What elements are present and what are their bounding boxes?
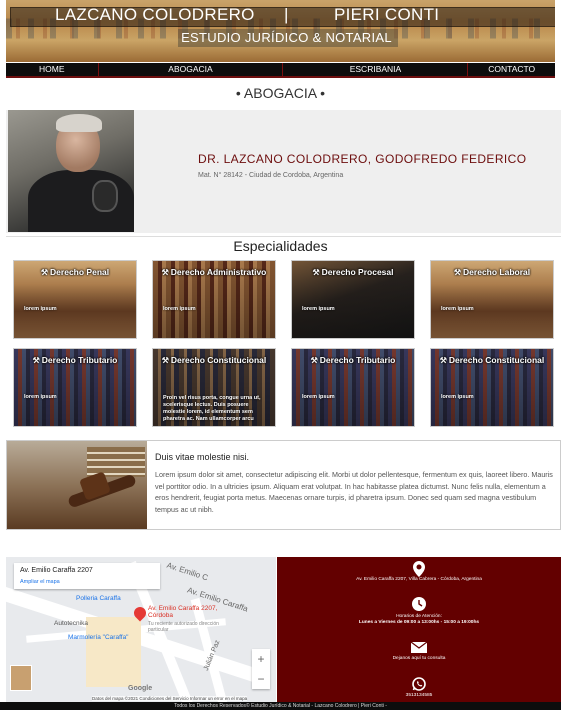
info-body: Lorem ipsum dolor sit amet, consectetur … [155,470,553,514]
map-zoom-controls: + − [252,649,270,689]
books-stack [87,447,145,477]
map-zoom-in-button[interactable]: + [252,649,270,669]
map-thumbnail[interactable] [10,665,32,691]
card-title-text: Derecho Tributario [41,355,118,365]
lawyer-name: DR. LAZCANO COLODRERO, GODOFREDO FEDERIC… [198,152,527,166]
clock-icon [412,597,426,611]
firm-subtitle: ESTUDIO JURÍDICO & NOTARIAL [181,30,392,45]
gavel-icon: ⚒ [312,268,320,277]
lawyer-photo [8,110,134,232]
card-title: ⚒ Derecho Procesal [292,267,414,277]
page-footer: Todos los Derechos Reservados© Estudio J… [0,702,561,710]
contact-hours: Lunes a Viernes de 09:00 a 13:00hs - 15:… [358,620,480,625]
lawyer-registration: Mat. N° 28142 - Ciudad de Cordoba, Argen… [198,172,344,179]
map-pin-label: Av. Emilio Caraffa 2207, Córdoba [148,605,218,619]
specialties-title: Especialidades [233,238,328,254]
specialty-card-tributario[interactable]: ⚒ Derecho Tributario lorem ipsum [13,348,137,427]
card-description: lorem ipsum [163,306,196,312]
card-description: lorem ipsum [441,394,474,400]
card-description: lorem ipsum [24,306,57,312]
gavel-icon: ⚒ [32,356,40,365]
photo-jacket [28,170,134,232]
location-map[interactable]: Av. Emilio Caraffa 2207 Ampliar el mapa … [6,557,276,702]
map-address-card: Av. Emilio Caraffa 2207 Ampliar el mapa [14,563,160,589]
card-title-text: Derecho Constitucional [448,355,545,365]
card-title-text: Derecho Penal [50,267,110,277]
gavel-icon: ⚒ [439,356,447,365]
map-enlarge-link[interactable]: Ampliar el mapa [20,579,60,585]
gavel-image [7,441,147,529]
specialty-card-constitucional[interactable]: ⚒ Derecho Constitucional Proin vel risus … [152,348,276,427]
nav-contacto[interactable]: CONTACTO [468,63,555,76]
card-description: Proin vel risus porta, congue urna ut, s… [163,395,261,422]
specialty-card-constitucional-2[interactable]: ⚒ Derecho Constitucional lorem ipsum [430,348,554,427]
card-title: ⚒ Derecho Administrativo [153,267,275,277]
map-poi-marmoleria: Marmolería "Caraffa" [68,634,129,641]
card-title: ⚒ Derecho Constitucional [153,355,275,365]
firm-name-left: LAZCANO COLODRERO [55,5,255,24]
contact-address: Av. Emilio Caraffa 2207, Villa Cabrera -… [356,577,482,582]
card-title: ⚒ Derecho Tributario [292,355,414,365]
map-poi-polleria: Polleria Caraffa [76,595,121,602]
photo-hair [56,114,102,132]
google-logo: Google [128,685,153,692]
page: LAZCANO COLODRERO | PIERI CONTI ESTUDIO … [0,0,561,710]
gavel-icon: ⚒ [453,268,462,277]
page-title: • ABOGACIA • [235,85,326,101]
firm-name-separator: | [284,5,289,24]
specialty-card-administrativo[interactable]: ⚒ Derecho Administrativo lorem ipsum [152,260,276,339]
specialty-card-tributario-2[interactable]: ⚒ Derecho Tributario lorem ipsum [291,348,415,427]
nav-home[interactable]: HOME [6,63,99,76]
card-title: ⚒ Derecho Tributario [14,355,136,365]
map-street-label: Av. Emilio C [165,560,210,583]
divider [6,236,561,237]
card-title: ⚒ Derecho Laboral [431,267,553,277]
map-address: Av. Emilio Caraffa 2207 [20,567,93,574]
map-zoom-out-button[interactable]: − [252,669,270,689]
card-title-text: Derecho Tributario [319,355,396,365]
whatsapp-icon[interactable] [412,677,426,691]
card-title-text: Derecho Laboral [463,267,531,277]
envelope-icon[interactable] [411,642,427,653]
map-attribution: Datos del mapa ©2021 Condiciones del Ser… [92,696,248,701]
lawyer-profile: DR. LAZCANO COLODRERO, GODOFREDO FEDERIC… [6,110,561,233]
card-title: ⚒ Derecho Constitucional [431,355,553,365]
card-title: ⚒ Derecho Penal [14,267,136,277]
card-description: lorem ipsum [302,394,335,400]
card-description: lorem ipsum [302,306,335,312]
gavel-icon: ⚒ [161,268,169,277]
card-description: lorem ipsum [441,306,474,312]
contact-panel: Av. Emilio Caraffa 2207, Villa Cabrera -… [277,557,561,702]
card-description: lorem ipsum [24,394,57,400]
header-banner: LAZCANO COLODRERO | PIERI CONTI ESTUDIO … [6,0,555,62]
map-poi-autotecnika: Autotecnika [54,620,88,627]
location-pin-icon [413,561,425,577]
photo-microphone [92,180,118,212]
nav-abogacia[interactable]: ABOGACIA [99,63,284,76]
specialty-card-penal[interactable]: ⚒ Derecho Penal lorem ipsum [13,260,137,339]
gavel-icon: ⚒ [310,356,318,365]
specialty-card-laboral[interactable]: ⚒ Derecho Laboral lorem ipsum [430,260,554,339]
info-box: Duis vitae molestie nisi. Lorem ipsum do… [6,440,561,530]
map-building [86,617,141,687]
contact-email-link[interactable]: Dejanos aquí tu consulta [277,656,561,663]
contact-phone[interactable]: 3513134585 [277,693,561,700]
nav-escribania[interactable]: ESCRIBANIA [283,63,469,76]
card-title-text: Derecho Constitucional [170,355,267,365]
main-nav: HOME ABOGACIA ESCRIBANIA CONTACTO [6,63,555,78]
specialty-card-procesal[interactable]: ⚒ Derecho Procesal lorem ipsum [291,260,415,339]
firm-name-right: PIERI CONTI [334,5,440,24]
map-pin-sublabel: Tu reciente autorizado dirección particu… [148,621,219,633]
card-title-text: Derecho Administrativo [170,267,267,277]
gavel-icon: ⚒ [161,356,169,365]
gavel-icon: ⚒ [40,268,49,277]
card-title-text: Derecho Procesal [321,267,394,277]
info-heading: Duis vitae molestie nisi. [155,452,250,462]
